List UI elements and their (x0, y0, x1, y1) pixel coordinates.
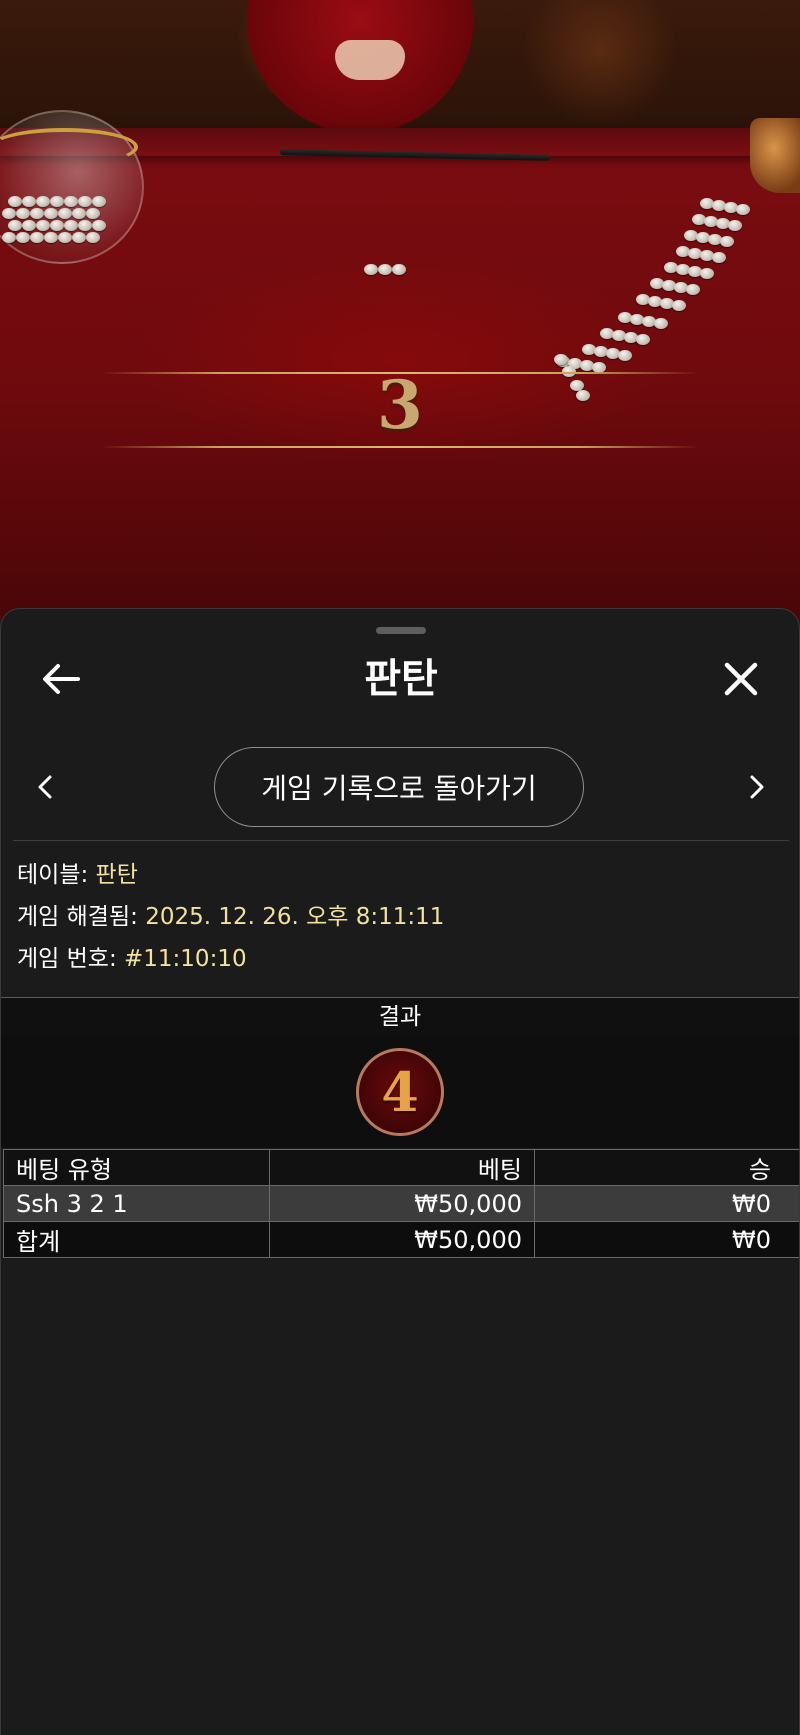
bets-table-header: 베팅 유형 베팅 승 (3, 1149, 799, 1186)
bead (636, 334, 650, 345)
table-row: Ssh 3 2 1 ₩50,000 ₩0 (3, 1185, 799, 1222)
bead (8, 196, 22, 207)
total-row: 합계 ₩50,000 ₩0 (3, 1221, 799, 1258)
live-game-video: 3 (0, 0, 800, 620)
bead (22, 220, 36, 231)
bead (22, 196, 36, 207)
bead (50, 196, 64, 207)
bead (672, 300, 686, 311)
result-badge: 4 (356, 1048, 444, 1136)
bet-type-cell: Ssh 3 2 1 (3, 1185, 270, 1222)
bead (92, 220, 106, 231)
page-title: 판탄 (364, 656, 438, 702)
column-header-win: 승 (534, 1149, 799, 1186)
game-number-value: #11:10:10 (124, 946, 247, 972)
back-button[interactable] (37, 655, 85, 703)
bead (700, 268, 714, 279)
header-divider (13, 840, 789, 841)
bead (64, 196, 78, 207)
back-to-history-button[interactable]: 게임 기록으로 돌아가기 (214, 747, 584, 827)
resolved-info-value: 2025. 12. 26. 오후 8:11:11 (145, 904, 445, 930)
close-button[interactable] (717, 655, 765, 703)
bead (44, 232, 58, 243)
column-header-bet-type: 베팅 유형 (3, 1149, 270, 1186)
bead (86, 208, 100, 219)
chevron-left-icon (38, 775, 52, 799)
bead (58, 232, 72, 243)
bead (30, 208, 44, 219)
gold-line-bottom (100, 446, 700, 448)
game-number-label: 게임 번호: (17, 946, 117, 972)
bead (64, 220, 78, 231)
column-header-bet: 베팅 (269, 1149, 535, 1186)
resolved-info: 게임 해결됨: 2025. 12. 26. 오후 8:11:11 (17, 901, 444, 933)
current-count-number: 3 (377, 366, 423, 444)
next-game-button[interactable] (733, 763, 781, 811)
bead (92, 196, 106, 207)
total-bet-cell: ₩50,000 (269, 1221, 535, 1258)
bead (728, 220, 742, 231)
result-area: 4 (1, 1036, 799, 1148)
bead (720, 236, 734, 247)
bead (736, 204, 750, 215)
bead (36, 220, 50, 231)
bead (618, 350, 632, 361)
bets-table: 베팅 유형 베팅 승 Ssh 3 2 1 ₩50,000 ₩0 합계 ₩50,0… (3, 1149, 799, 1258)
close-icon (724, 662, 758, 696)
bead (364, 264, 378, 275)
bead (16, 232, 30, 243)
sheet-drag-handle[interactable] (376, 627, 426, 634)
result-header: 결과 (1, 997, 799, 1037)
bead (686, 284, 700, 295)
total-label-cell: 합계 (3, 1221, 270, 1258)
bead (72, 208, 86, 219)
total-win-cell: ₩0 (534, 1221, 799, 1258)
bead (50, 220, 64, 231)
game-number-info: 게임 번호: #11:10:10 (17, 943, 247, 975)
bead (78, 220, 92, 231)
brass-cup (750, 118, 800, 193)
bead (44, 208, 58, 219)
arrow-left-icon (43, 664, 80, 694)
bet-amount-cell: ₩50,000 (269, 1185, 535, 1222)
previous-game-button[interactable] (21, 763, 69, 811)
bead (554, 354, 568, 365)
bead (392, 264, 406, 275)
bead (576, 390, 590, 401)
bead (86, 232, 100, 243)
bead (78, 196, 92, 207)
bead (8, 220, 22, 231)
table-info: 테이블: 판탄 (17, 859, 138, 891)
table-info-label: 테이블: (17, 862, 89, 888)
bead (36, 196, 50, 207)
chevron-right-icon (750, 775, 764, 799)
dealer-hand (335, 40, 405, 80)
bead (16, 208, 30, 219)
table-info-value: 판탄 (95, 862, 138, 888)
resolved-info-label: 게임 해결됨: (17, 904, 138, 930)
bead (712, 252, 726, 263)
game-detail-sheet: 판탄 게임 기록으로 돌아가기 테이블: 판탄 게임 해결됨: 2025. 12… (0, 608, 800, 1735)
bead (2, 208, 16, 219)
bead (654, 318, 668, 329)
back-to-history-label: 게임 기록으로 돌아가기 (261, 772, 537, 805)
bead (58, 208, 72, 219)
bead (2, 232, 16, 243)
bead (378, 264, 392, 275)
bead (30, 232, 44, 243)
win-amount-cell: ₩0 (534, 1185, 799, 1222)
bead (72, 232, 86, 243)
